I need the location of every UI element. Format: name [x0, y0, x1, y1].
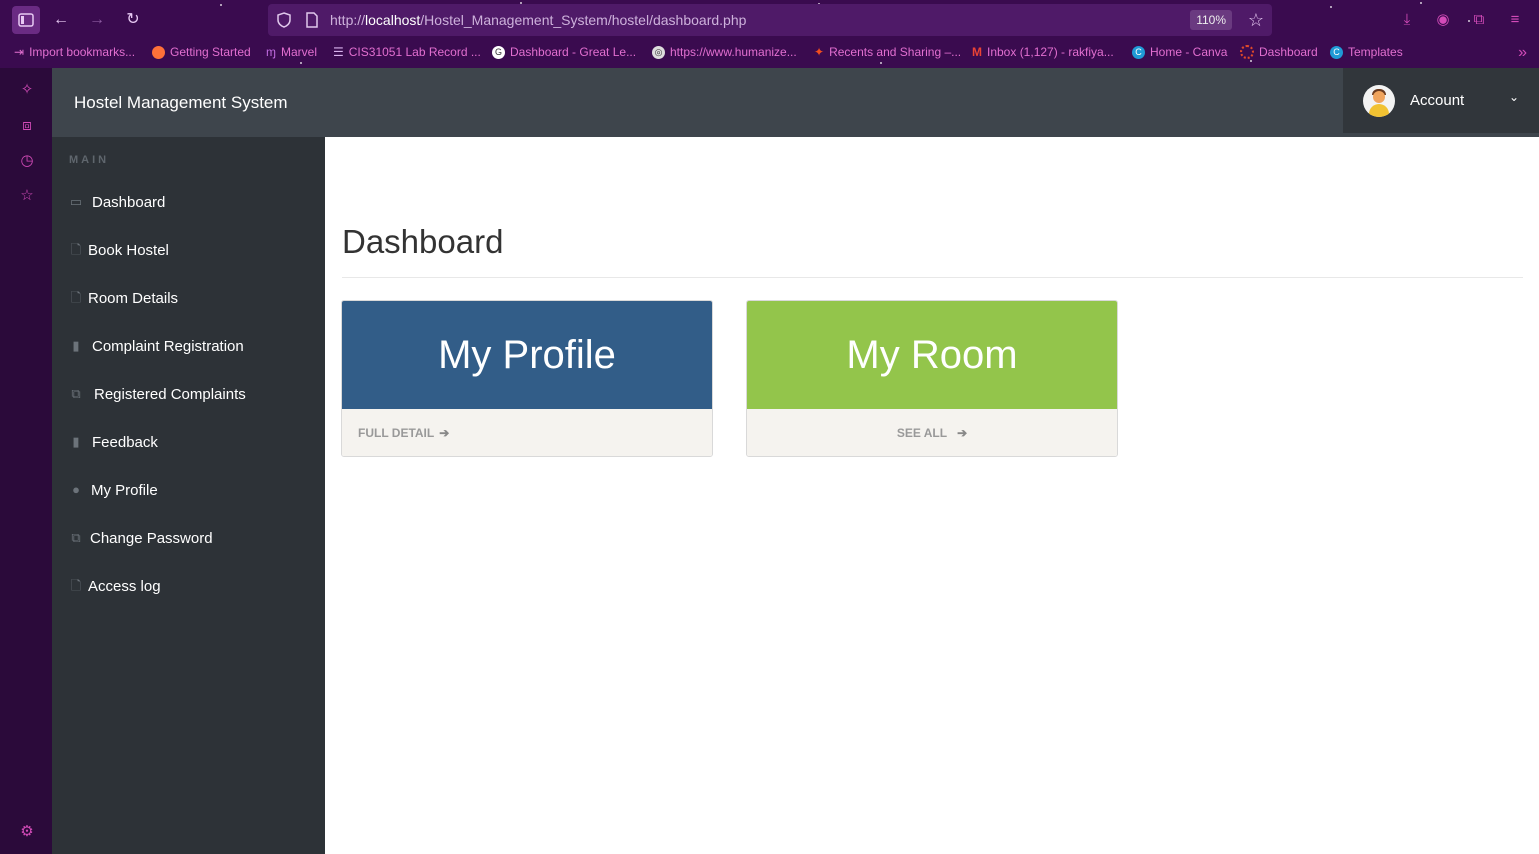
arrow-right-icon: ➔ [439, 425, 450, 440]
bookmark-item[interactable]: C Home - Canva [1132, 45, 1227, 59]
google-icon: G [492, 45, 505, 59]
settings-gear-icon[interactable]: ⚙ [17, 822, 37, 842]
my-room-card: My Room SEE ALL ➔ [746, 300, 1118, 457]
chevron-down-icon: ⌄ [1508, 90, 1519, 104]
sidebar-item-registered-complaints[interactable]: ⧉ Registered Complaints [52, 374, 325, 414]
file-icon: 🗋 [70, 290, 82, 305]
brand-title[interactable]: Hostel Management System [74, 93, 288, 113]
gmail-icon: M [972, 45, 982, 59]
card-link-label: SEE ALL [896, 425, 948, 440]
dashboard-icon [1240, 45, 1254, 59]
bookmark-item[interactable]: ◎ https://www.humanize... [652, 45, 797, 59]
arrow-right-icon: ➔ [957, 425, 968, 440]
file-icon: 🗋 [70, 578, 82, 593]
address-bar[interactable]: http://localhost/Hostel_Management_Syste… [268, 4, 1272, 36]
card-title: My Room [747, 301, 1117, 409]
file-icon: 🗋 [70, 242, 82, 257]
sidebar-item-my-profile[interactable]: ● My Profile [52, 470, 325, 510]
sidebar-item-complaint-registration[interactable]: ▮ Complaint Registration [52, 326, 325, 366]
sidebar-item-label: Complaint Registration [92, 337, 244, 355]
sidebar-heading: MAIN [69, 154, 110, 166]
bookmarks-bar: ⇥ Import bookmarks... Getting Started ɱ Ma… [0, 42, 1539, 66]
sidebar-item-label: Registered Complaints [94, 385, 246, 403]
main-content: Dashboard My Profile FULL DETAIL ➔ My Ro… [325, 137, 1539, 854]
bookmarks-star-icon[interactable]: ☆ [17, 186, 37, 206]
file-filled-icon: ▮ [72, 338, 80, 353]
card-title: My Profile [342, 301, 712, 409]
reload-icon[interactable]: ↻ [122, 9, 144, 31]
bookmark-item[interactable]: M Inbox (1,127) - rakfiya... [972, 45, 1114, 59]
bookmark-item[interactable]: ☰ CIS31051 Lab Record ... [333, 45, 481, 59]
sparkle-icon[interactable]: ✧ [17, 80, 37, 100]
sidebar-item-book-hostel[interactable]: 🗋 Book Hostel [52, 230, 325, 270]
sidebar-item-change-password[interactable]: ⧉ Change Password [52, 518, 325, 558]
list-icon: ☰ [333, 45, 344, 59]
zoom-level-badge[interactable]: 110% [1190, 10, 1232, 30]
account-icon[interactable]: ◉ [1432, 9, 1454, 31]
forward-arrow-icon[interactable]: → [86, 9, 108, 31]
bookmark-item[interactable]: ɱ Marvel [266, 45, 317, 59]
chevron-double-right-icon[interactable]: » [1518, 44, 1527, 62]
bookmark-item[interactable]: ✦ Recents and Sharing –... [814, 45, 961, 59]
files-icon: ⧉ [71, 530, 81, 545]
bookmark-item[interactable]: Dashboard [1240, 45, 1318, 59]
marvel-icon: ɱ [266, 45, 276, 59]
extensions-icon[interactable]: ⧉ [1468, 9, 1490, 31]
canva-icon: C [1330, 45, 1343, 59]
sidebar-item-label: Dashboard [92, 193, 166, 211]
downloads-icon[interactable]: ⤓ [1396, 9, 1418, 31]
sidebar-item-label: Feedback [92, 433, 158, 451]
sidebar-item-feedback[interactable]: ▮ Feedback [52, 422, 325, 462]
bookmark-star-icon[interactable]: ☆ [1248, 10, 1264, 30]
file-filled-icon: ▮ [72, 434, 80, 449]
sidebar-item-dashboard[interactable]: ▭ Dashboard [52, 182, 325, 222]
desktop-icon: ▭ [69, 194, 83, 209]
browser-toolbar: ← → ↻ http://localhost/Hostel_Management… [0, 0, 1539, 68]
sidebar-toggle-icon[interactable] [12, 6, 40, 34]
user-icon: ● [72, 482, 80, 497]
menu-icon[interactable]: ≡ [1504, 9, 1526, 31]
figma-icon: ✦ [814, 45, 825, 59]
page-info-icon[interactable] [304, 12, 320, 28]
see-all-link[interactable]: SEE ALL ➔ [747, 409, 1117, 456]
sidebar-item-access-log[interactable]: 🗋 Access log [52, 566, 325, 606]
my-profile-card: My Profile FULL DETAIL ➔ [341, 300, 713, 457]
sidebar-item-room-details[interactable]: 🗋 Room Details [52, 278, 325, 318]
divider [342, 277, 1523, 278]
page-title: Dashboard [342, 223, 504, 260]
full-detail-link[interactable]: FULL DETAIL ➔ [342, 409, 712, 456]
card-link-label: FULL DETAIL [358, 425, 435, 440]
files-icon: ⧉ [71, 386, 81, 401]
bookmark-item[interactable]: ⇥ Import bookmarks... [14, 45, 135, 59]
bookmark-item[interactable]: C Templates [1330, 45, 1403, 59]
canva-icon: C [1132, 45, 1145, 59]
shield-icon[interactable] [276, 12, 292, 28]
sidebar-item-label: Access log [88, 577, 161, 595]
app-header: Hostel Management System Account ⌄ [52, 68, 1539, 137]
globe-icon: ◎ [652, 45, 665, 59]
avatar [1363, 85, 1395, 117]
import-icon: ⇥ [14, 45, 25, 59]
sidebar-item-label: My Profile [91, 481, 158, 499]
history-clock-icon[interactable]: ◷ [17, 151, 37, 171]
back-arrow-icon[interactable]: ← [50, 9, 72, 31]
app-sidebar: MAIN ▭ Dashboard 🗋 Book Hostel 🗋 Room De… [52, 137, 325, 854]
sidebar-item-label: Room Details [88, 289, 179, 307]
sidebar-item-label: Change Password [90, 529, 213, 547]
bookmark-item[interactable]: G Dashboard - Great Le... [492, 45, 636, 59]
bookmark-item[interactable]: Getting Started [152, 45, 251, 59]
browser-sidebar: ✧ ⧈ ◷ ☆ ⚙ [0, 68, 52, 854]
synced-tabs-icon[interactable]: ⧈ [17, 116, 37, 136]
account-label: Account [1410, 92, 1465, 109]
account-dropdown[interactable]: Account ⌄ [1343, 68, 1539, 133]
sidebar-item-label: Book Hostel [88, 241, 169, 259]
url-text[interactable]: http://localhost/Hostel_Management_Syste… [330, 12, 746, 28]
firefox-icon [152, 45, 165, 59]
